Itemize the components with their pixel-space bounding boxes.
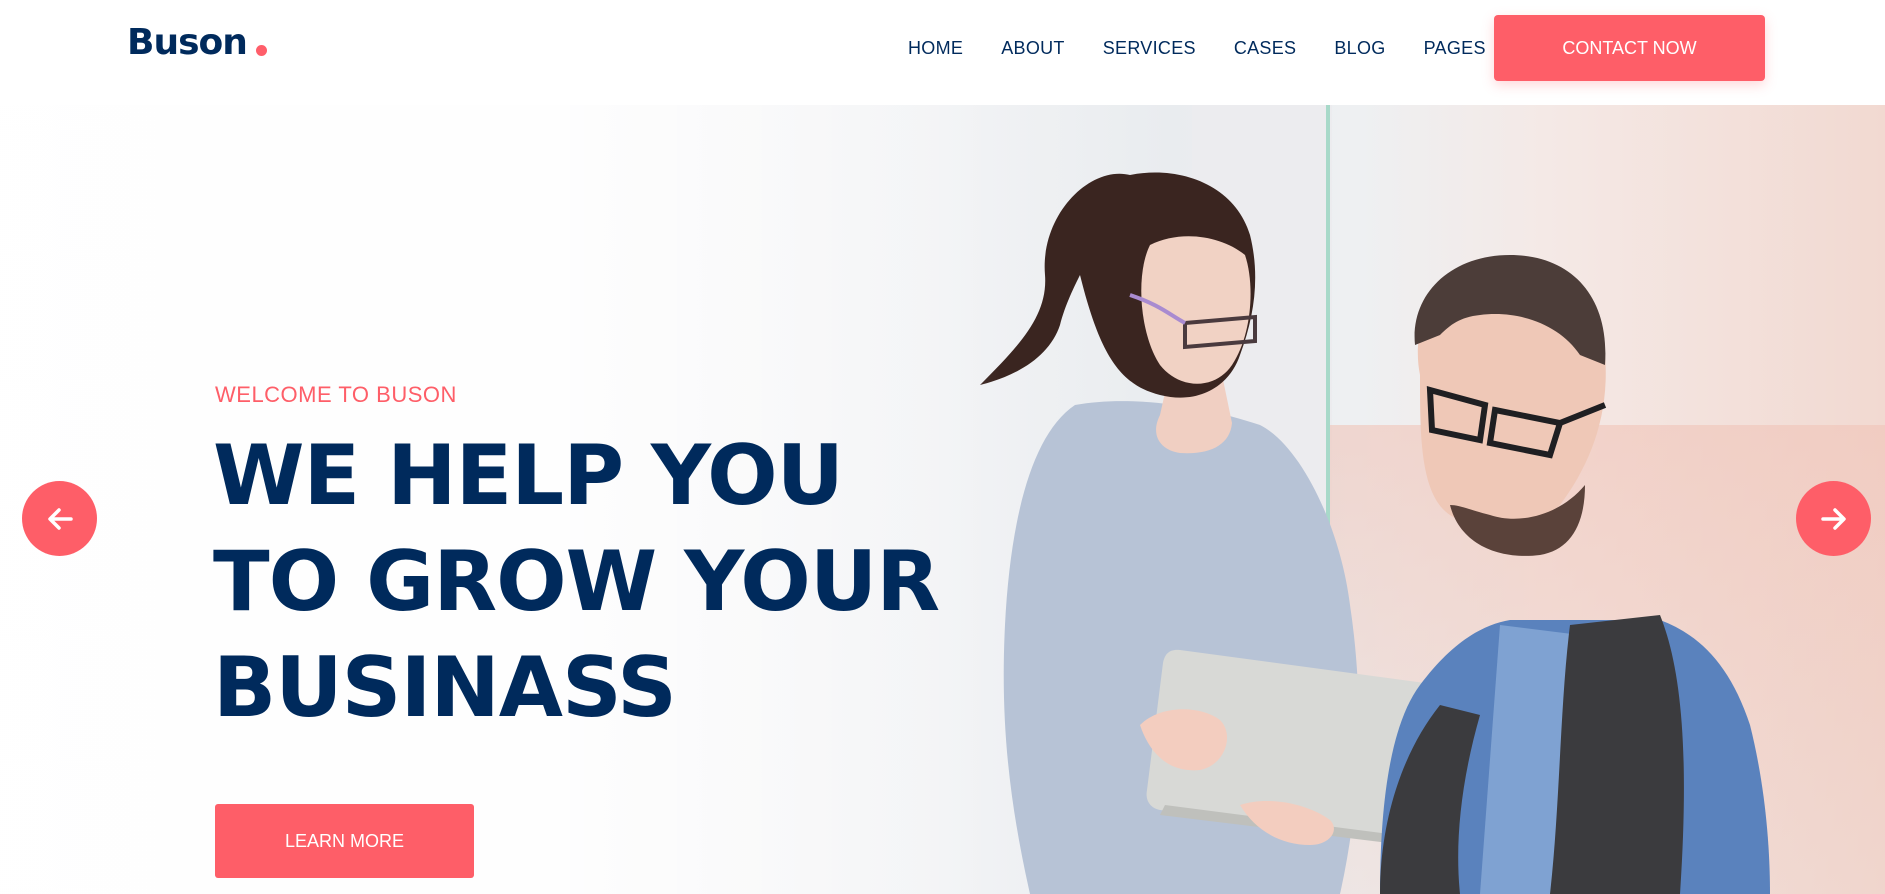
slider-prev-button[interactable] (22, 481, 97, 556)
nav-item-services[interactable]: SERVICES (1103, 38, 1196, 59)
site-header: Buson HOME ABOUT SERVICES CASES BLOG PAG… (0, 0, 1885, 105)
nav-item-cases[interactable]: CASES (1234, 38, 1297, 59)
logo-dot (256, 45, 267, 56)
hero-welcome-text: WELCOME TO BUSON (215, 382, 457, 407)
contact-now-button[interactable]: CONTACT NOW (1494, 15, 1765, 81)
nav-item-pages[interactable]: PAGES (1424, 38, 1486, 59)
hero-slider: WELCOME TO BUSON WE HELP YOU TO GROW YOU… (0, 105, 1885, 894)
nav-item-blog[interactable]: BLOG (1334, 38, 1385, 59)
logo[interactable]: Buson (127, 22, 248, 63)
main-nav: HOME ABOUT SERVICES CASES BLOG PAGES (908, 38, 1524, 59)
arrow-right-icon (1820, 507, 1846, 530)
arrow-left-icon (47, 507, 73, 530)
hero-headline-line-1: WE HELP YOU (213, 427, 844, 524)
man-figure (1380, 255, 1770, 894)
nav-item-home[interactable]: HOME (908, 38, 963, 59)
hero-photo (980, 172, 1770, 894)
hero-headline: WE HELP YOU TO GROW YOUR BUSINASS (213, 423, 940, 741)
learn-more-button[interactable]: LEARN MORE (215, 804, 474, 878)
slider-next-button[interactable] (1796, 481, 1871, 556)
hero-headline-line-2: TO GROW YOUR (213, 533, 940, 630)
hero-headline-line-3: BUSINASS (213, 639, 677, 736)
nav-item-about[interactable]: ABOUT (1001, 38, 1065, 59)
